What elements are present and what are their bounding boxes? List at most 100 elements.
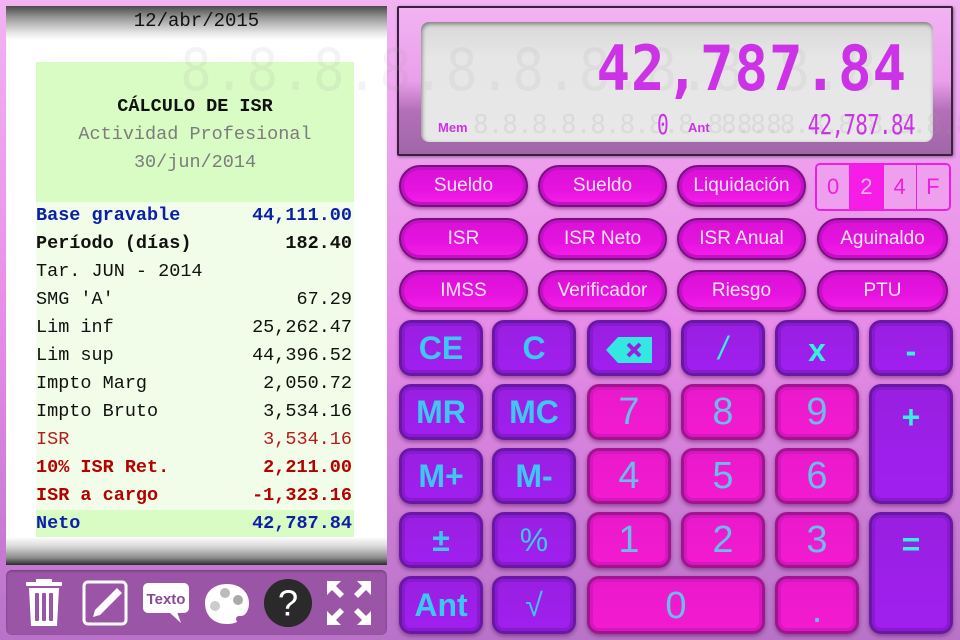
- row-value: 2,050.72: [263, 373, 352, 394]
- key-0[interactable]: 0: [587, 576, 765, 634]
- report-row: Impto Bruto 3,534.16: [36, 398, 354, 426]
- row-label: Neto: [36, 513, 81, 534]
- decimals-4[interactable]: 4: [883, 165, 917, 209]
- row-value: 42,787.84: [252, 513, 352, 534]
- subtract-key[interactable]: -: [869, 320, 953, 376]
- decimals-floating[interactable]: F: [916, 165, 949, 209]
- row-label: Tar. JUN - 2014: [36, 261, 203, 282]
- color-palette-button[interactable]: [202, 577, 252, 629]
- row-value: 25,262.47: [252, 317, 352, 338]
- lcd-main-value: 42,787.84: [596, 32, 907, 105]
- edit-button[interactable]: [80, 577, 130, 629]
- help-icon: ?: [263, 578, 312, 627]
- lcd-screen: 8.8.8.8.8.8.8.8.8.8.8. 42,787.84 Mem 8.8…: [180, 22, 960, 142]
- expand-icon: [326, 580, 371, 625]
- decimal-point-key[interactable]: .: [775, 576, 859, 634]
- row-value: 3,534.16: [263, 429, 352, 450]
- memory-label: Mem: [438, 120, 468, 135]
- backspace-key[interactable]: [587, 320, 671, 376]
- decimals-0[interactable]: 0: [817, 165, 851, 209]
- row-value: 67.29: [296, 289, 352, 310]
- memory-add-key[interactable]: M+: [399, 448, 483, 504]
- sueldo-button-1[interactable]: Sueldo: [399, 165, 528, 207]
- square-root-key[interactable]: √: [492, 576, 576, 634]
- trash-icon: [26, 578, 63, 626]
- imss-button[interactable]: IMSS: [399, 270, 528, 312]
- report-row: ISR 3,534.16: [36, 426, 354, 454]
- help-button[interactable]: ?: [263, 577, 313, 629]
- text-button[interactable]: Texto: [141, 577, 191, 629]
- row-label: Lim sup: [36, 345, 114, 366]
- verificador-button[interactable]: Verificador: [538, 270, 667, 312]
- percent-key[interactable]: %: [492, 512, 576, 568]
- row-value: 2,211.00: [263, 457, 352, 478]
- svg-text:Texto: Texto: [147, 591, 186, 608]
- calculator-display: 8.8.8.8.8.8.8.8.8.8.8. 42,787.84 Mem 8.8…: [180, 6, 960, 156]
- memory-clear-key[interactable]: MC: [492, 384, 576, 440]
- multiply-key[interactable]: x: [775, 320, 859, 376]
- report-subtitle: Actividad Profesional: [78, 124, 312, 145]
- key-9[interactable]: 9: [775, 384, 859, 440]
- key-8[interactable]: 8: [681, 384, 765, 440]
- row-label: Impto Bruto: [36, 401, 159, 422]
- riesgo-button[interactable]: Riesgo: [677, 270, 806, 312]
- key-1[interactable]: 1: [587, 512, 671, 568]
- report-period-date: 30/jun/2014: [133, 152, 257, 173]
- row-value: -1,323.16: [252, 485, 352, 506]
- key-5[interactable]: 5: [681, 448, 765, 504]
- backspace-icon: [606, 337, 652, 363]
- equals-key[interactable]: =: [869, 512, 953, 634]
- edit-icon: [82, 580, 128, 625]
- liquidacion-button[interactable]: Liquidación: [677, 165, 806, 207]
- sueldo-button-2[interactable]: Sueldo: [538, 165, 667, 207]
- report-row: Impto Marg 2,050.72: [36, 370, 354, 398]
- paper-roll-bottom: [6, 537, 387, 565]
- row-label: Período (días): [36, 233, 192, 254]
- isr-anual-button[interactable]: ISR Anual: [677, 218, 806, 260]
- memory-recall-key[interactable]: MR: [399, 384, 483, 440]
- isr-neto-button[interactable]: ISR Neto: [538, 218, 667, 260]
- memory-value: 0: [657, 108, 669, 141]
- plus-minus-key[interactable]: ±: [399, 512, 483, 568]
- clear-key[interactable]: C: [492, 320, 576, 376]
- key-6[interactable]: 6: [775, 448, 859, 504]
- previous-result-key[interactable]: Ant: [399, 576, 483, 634]
- row-label: Impto Marg: [36, 373, 148, 394]
- isr-button[interactable]: ISR: [399, 218, 528, 260]
- aguinaldo-button[interactable]: Aguinaldo: [817, 218, 948, 260]
- ptu-button[interactable]: PTU: [817, 270, 948, 312]
- report-row: Lim inf 25,262.47: [36, 314, 354, 342]
- divide-key[interactable]: /: [681, 320, 765, 376]
- key-3[interactable]: 3: [775, 512, 859, 568]
- add-key[interactable]: +: [869, 384, 953, 504]
- fullscreen-button[interactable]: [324, 577, 374, 629]
- palette-icon: [204, 583, 249, 624]
- paper-date: 12/abr/2015: [133, 10, 260, 32]
- clear-entry-key[interactable]: CE: [399, 320, 483, 376]
- row-label: SMG 'A': [36, 289, 114, 310]
- row-value: 44,396.52: [252, 345, 352, 366]
- decimals-2[interactable]: 2: [850, 165, 884, 209]
- isr-report: CÁLCULO DE ISR Actividad Profesional 30/…: [36, 62, 354, 538]
- row-label: Lim inf: [36, 317, 114, 338]
- memory-subtract-key[interactable]: M-: [492, 448, 576, 504]
- report-row: Período (días) 182.40: [36, 230, 354, 258]
- key-2[interactable]: 2: [681, 512, 765, 568]
- report-row: Lim sup 44,396.52: [36, 342, 354, 370]
- row-label: 10% ISR Ret.: [36, 457, 170, 478]
- row-label: ISR: [36, 429, 70, 450]
- report-row: 10% ISR Ret. 2,211.00: [36, 454, 354, 482]
- report-row: Base gravable 44,111.00: [36, 202, 354, 230]
- key-7[interactable]: 7: [587, 384, 671, 440]
- row-value: 44,111.00: [252, 205, 352, 226]
- row-value: 3,534.16: [263, 401, 352, 422]
- row-value: 182.40: [285, 233, 352, 254]
- delete-button[interactable]: [19, 577, 69, 629]
- key-4[interactable]: 4: [587, 448, 671, 504]
- svg-text:?: ?: [278, 582, 298, 623]
- report-row-neto: Neto 42,787.84: [36, 510, 354, 538]
- report-row: SMG 'A' 67.29: [36, 286, 354, 314]
- row-label: Base gravable: [36, 205, 181, 226]
- report-row: ISR a cargo -1,323.16: [36, 482, 354, 510]
- previous-value: 42,787.84: [807, 108, 916, 141]
